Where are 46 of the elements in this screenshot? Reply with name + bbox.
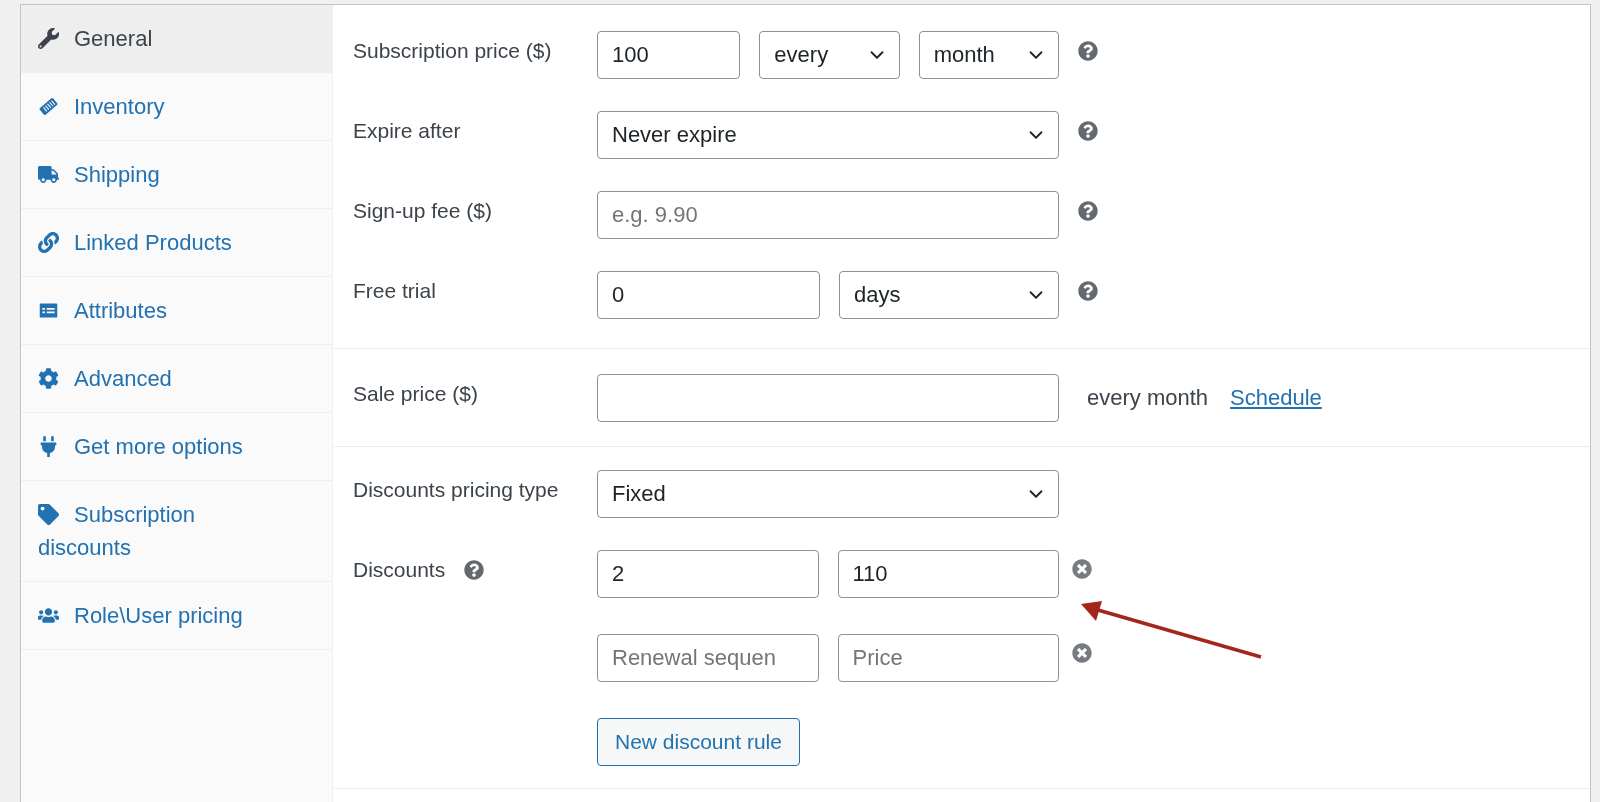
field-label: Discounts pricing type (353, 477, 559, 503)
field-label: Free trial (353, 278, 436, 304)
help-icon[interactable] (1078, 281, 1098, 301)
text-input[interactable]: Price (837, 634, 1059, 682)
truck-icon (38, 164, 59, 185)
tag-icon (38, 504, 59, 525)
text-input[interactable]: 2 (597, 550, 819, 598)
sidebar-tab[interactable]: Inventory (21, 73, 332, 141)
wrench-icon (38, 28, 59, 49)
sidebar-tab[interactable]: Linked Products (21, 209, 332, 277)
field-label: Discounts (353, 557, 446, 583)
sidebar-tab[interactable]: Subscription discounts (21, 481, 332, 582)
field-label: Sale price ($) (353, 381, 478, 407)
help-icon[interactable] (464, 560, 485, 580)
field-label: Sign-up fee ($) (353, 198, 492, 224)
dropdown-select[interactable]: Fixed (597, 470, 1059, 518)
sidebar-tab[interactable]: Shipping (21, 141, 332, 209)
text-input[interactable]: 0 (597, 271, 820, 319)
text-input[interactable]: e.g. 9.90 (597, 191, 1059, 239)
sidebar-tab[interactable]: Get more options (21, 413, 332, 481)
text-input[interactable]: 100 (597, 31, 741, 79)
dropdown-select[interactable]: days (839, 271, 1059, 319)
link-icon (38, 232, 59, 253)
sidebar-tab[interactable]: Role\User pricing (21, 582, 332, 650)
help-icon[interactable] (1078, 201, 1098, 221)
users-icon (38, 605, 59, 626)
dropdown-select[interactable]: Never expire (597, 111, 1059, 159)
plug-icon (38, 436, 59, 457)
period-text: every month (1087, 385, 1209, 411)
sidebar-tab[interactable]: Attributes (21, 277, 332, 345)
schedule-link[interactable]: Schedule (1230, 385, 1322, 411)
help-icon[interactable] (1078, 41, 1098, 61)
dropdown-select[interactable]: every (759, 31, 900, 79)
text-input[interactable] (597, 374, 1059, 422)
sidebar-tab[interactable]: General (21, 5, 332, 73)
dropdown-select[interactable]: month (918, 31, 1059, 79)
text-input[interactable]: 110 (837, 550, 1059, 598)
add-rule-button[interactable]: New discount rule (597, 718, 800, 766)
remove-icon[interactable] (1072, 643, 1092, 663)
field-label: Subscription price ($) (353, 38, 552, 64)
field-label: Expire after (353, 118, 461, 144)
help-icon[interactable] (1078, 121, 1098, 141)
gear-icon (38, 368, 59, 389)
remove-icon[interactable] (1072, 559, 1092, 579)
text-input[interactable]: Renewal sequen (597, 634, 819, 682)
sidebar-tab[interactable]: Advanced (21, 345, 332, 413)
